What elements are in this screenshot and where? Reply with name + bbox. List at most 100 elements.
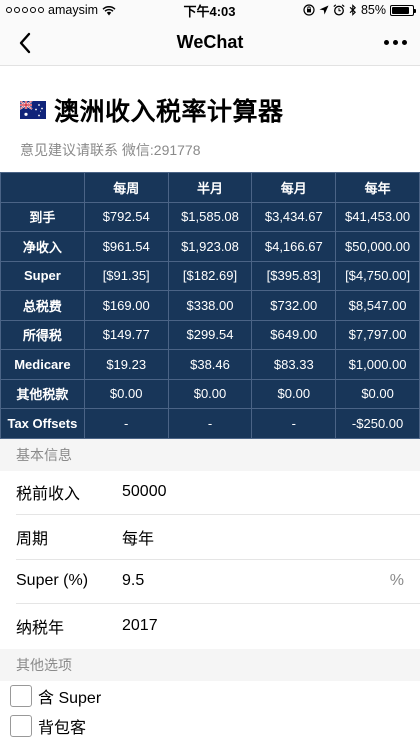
- table-cell: $19.23: [83, 349, 169, 380]
- table-cell: [$91.35]: [83, 260, 169, 291]
- table-cell: -: [251, 408, 337, 439]
- table-cell: [$4,750.00]: [335, 260, 420, 291]
- battery-icon: [389, 4, 416, 16]
- australia-flag-icon: [20, 101, 46, 119]
- super-rate-row: Super (%) %: [16, 560, 420, 604]
- table-cell: -$250.00: [335, 408, 420, 439]
- backpacker-label: 背包客: [38, 719, 87, 737]
- basic-info-form: 税前收入 周期 每年 Super (%) % 纳税年 2017: [0, 471, 420, 649]
- period-select[interactable]: 每年: [122, 525, 362, 549]
- table-cell: -: [167, 408, 253, 439]
- table-cell: $0.00: [167, 378, 253, 409]
- table-cell: $299.54: [167, 319, 253, 350]
- include-super-option[interactable]: 含 Super: [0, 681, 420, 711]
- row-label: 所得税: [0, 319, 85, 350]
- row-label: 其他税款: [0, 378, 85, 409]
- table-row: Tax Offsets - - - -$250.00: [0, 408, 420, 439]
- contact-subtitle: 意见建议请联系 微信:291778: [20, 142, 201, 158]
- table-cell: $169.00: [83, 290, 169, 321]
- battery-fill: [391, 6, 409, 14]
- wifi-icon: [102, 5, 116, 15]
- location-icon: [319, 5, 329, 15]
- table-cell: $149.77: [83, 319, 169, 350]
- table-cell: $8,547.00: [335, 290, 420, 321]
- title-row: 澳洲收入税率计算器: [20, 92, 420, 128]
- table-cell: $0.00: [335, 378, 420, 409]
- alarm-icon: [333, 4, 345, 16]
- table-cell: $83.33: [251, 349, 337, 380]
- table-cell: $1,923.08: [167, 231, 253, 262]
- table-cell: $0.00: [83, 378, 169, 409]
- tax-year-row: 纳税年 2017: [16, 604, 420, 649]
- column-monthly: 每月: [251, 172, 337, 203]
- table-cell: $50,000.00: [335, 231, 420, 262]
- table-cell: $961.54: [83, 231, 169, 262]
- basic-info-section-label: 基本信息: [0, 438, 420, 471]
- table-cell: $7,797.00: [335, 319, 420, 350]
- chevron-left-icon: [19, 32, 31, 53]
- table-cell: $38.46: [167, 349, 253, 380]
- backpacker-option[interactable]: 背包客: [0, 711, 420, 741]
- table-row: 所得税 $149.77 $299.54 $649.00 $7,797.00: [0, 319, 420, 350]
- row-label: 到手: [0, 201, 85, 232]
- row-label: 净收入: [0, 231, 85, 262]
- table-row: 其他税款 $0.00 $0.00 $0.00 $0.00: [0, 378, 420, 409]
- other-options-section-label: 其他选项: [0, 648, 420, 681]
- table-row: Medicare $19.23 $38.46 $83.33 $1,000.00: [0, 349, 420, 380]
- table-corner-cell: [0, 172, 85, 203]
- table-cell: $1,000.00: [335, 349, 420, 380]
- include-super-checkbox[interactable]: [10, 684, 32, 707]
- tax-year-select[interactable]: 2017: [122, 617, 362, 635]
- table-cell: $1,585.08: [167, 201, 253, 232]
- table-cell: $649.00: [251, 319, 337, 350]
- more-icon: [383, 40, 407, 45]
- more-menu-button[interactable]: [380, 28, 410, 58]
- table-row: 净收入 $961.54 $1,923.08 $4,166.67 $50,000.…: [0, 231, 420, 262]
- page-header: 澳洲收入税率计算器 意见建议请联系 微信:291778: [0, 66, 420, 172]
- page-title: 澳洲收入税率计算器: [54, 98, 284, 126]
- backpacker-checkbox[interactable]: [10, 714, 32, 737]
- percent-suffix: %: [389, 572, 404, 590]
- row-label: Tax Offsets: [0, 408, 85, 439]
- table-row: 总税费 $169.00 $338.00 $732.00 $8,547.00: [0, 290, 420, 321]
- clock: 下午4:03: [183, 3, 236, 19]
- status-left: amaysim: [6, 3, 116, 17]
- table-cell: -: [83, 408, 169, 439]
- back-button[interactable]: [10, 28, 40, 58]
- table-cell: $732.00: [251, 290, 337, 321]
- row-label: Medicare: [0, 349, 85, 380]
- column-yearly: 每年: [335, 172, 420, 203]
- income-input[interactable]: [122, 483, 362, 502]
- table-cell: $0.00: [251, 378, 337, 409]
- table-cell: $3,434.67: [251, 201, 337, 232]
- column-fortnightly: 半月: [167, 172, 253, 203]
- tax-year-label: 纳税年: [16, 620, 65, 638]
- period-row: 周期 每年: [16, 515, 420, 560]
- table-cell: $4,166.67: [251, 231, 337, 262]
- table-cell: $41,453.00: [335, 201, 420, 232]
- table-row: Super [$91.35] [$182.69] [$395.83] [$4,7…: [0, 260, 420, 291]
- table-cell: [$395.83]: [251, 260, 337, 291]
- navigation-bar: WeChat: [0, 20, 420, 66]
- column-weekly: 每周: [83, 172, 169, 203]
- battery-percent: 85%: [360, 3, 386, 17]
- rotation-lock-icon: [303, 4, 315, 16]
- table-cell: $338.00: [167, 290, 253, 321]
- bluetooth-icon: [349, 4, 356, 16]
- table-header-row: 每周 半月 每月 每年: [0, 172, 420, 203]
- income-label: 税前收入: [16, 486, 81, 504]
- period-label: 周期: [16, 530, 49, 548]
- nav-title: WeChat: [176, 32, 244, 52]
- income-row: 税前收入: [16, 471, 420, 515]
- row-label: Super: [0, 260, 85, 291]
- super-rate-label: Super (%): [16, 572, 89, 590]
- super-rate-input[interactable]: [122, 572, 362, 591]
- tax-result-table: 每周 半月 每月 每年 到手 $792.54 $1,585.08 $3,434.…: [0, 172, 420, 439]
- signal-strength-icon: [6, 7, 44, 13]
- row-label: 总税费: [0, 290, 85, 321]
- table-cell: [$182.69]: [167, 260, 253, 291]
- table-cell: $792.54: [83, 201, 169, 232]
- status-bar: amaysim 下午4:03 85%: [0, 0, 420, 20]
- include-super-label: 含 Super: [38, 689, 102, 707]
- table-row: 到手 $792.54 $1,585.08 $3,434.67 $41,453.0…: [0, 201, 420, 232]
